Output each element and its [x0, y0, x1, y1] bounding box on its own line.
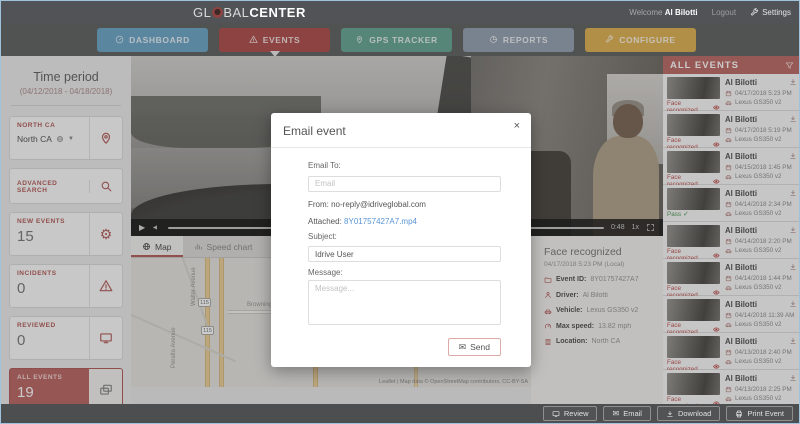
monitor-icon — [552, 410, 560, 418]
print-event-button[interactable]: Print Event — [726, 406, 793, 421]
email-event-modal: Email event × Email To: From: no-reply@i… — [271, 113, 531, 367]
brand-logo: GL BALCENTER — [193, 1, 306, 23]
attachment-link[interactable]: 8Y01757427A7.mp4 — [344, 217, 417, 226]
download-button[interactable]: Download — [657, 406, 720, 421]
welcome-text: Welcome Al Bilotti — [629, 8, 697, 17]
brand-globe-icon — [212, 7, 223, 18]
brand-text-bold: CENTER — [249, 5, 305, 20]
message-label: Message: — [308, 268, 501, 277]
app-window: GL BALCENTER Welcome Al Bilotti Logout Se… — [0, 0, 800, 424]
subject-label: Subject: — [308, 232, 501, 241]
download-icon — [666, 410, 674, 418]
modal-header: Email event × — [271, 113, 531, 148]
top-bar: GL BALCENTER Welcome Al Bilotti Logout Se… — [1, 1, 799, 23]
brand-text: GL — [193, 5, 211, 20]
review-button[interactable]: Review — [543, 406, 598, 421]
send-button[interactable]: ✉ Send — [448, 338, 501, 356]
email-to-label: Email To: — [308, 161, 501, 170]
email-button[interactable]: ✉ Email — [603, 406, 650, 421]
logout-link[interactable]: Logout — [712, 8, 736, 17]
printer-icon — [735, 410, 743, 418]
wrench-icon — [750, 8, 759, 17]
attached-line: Attached: 8Y01757427A7.mp4 — [308, 217, 501, 226]
brand-text: BAL — [223, 5, 249, 20]
email-to-input[interactable] — [308, 176, 501, 192]
close-icon[interactable]: × — [514, 120, 520, 132]
message-textarea[interactable] — [308, 280, 501, 325]
envelope-icon: ✉ — [459, 343, 467, 352]
settings-button[interactable]: Settings — [750, 8, 791, 17]
subject-input[interactable] — [308, 246, 501, 262]
modal-title: Email event — [283, 124, 346, 138]
envelope-icon: ✉ — [612, 410, 619, 418]
bottom-action-bar: Review ✉ Email Download Print Event — [1, 404, 799, 423]
username: Al Bilotti — [665, 8, 698, 17]
from-text: From: no-reply@idriveglobal.com — [308, 200, 501, 209]
